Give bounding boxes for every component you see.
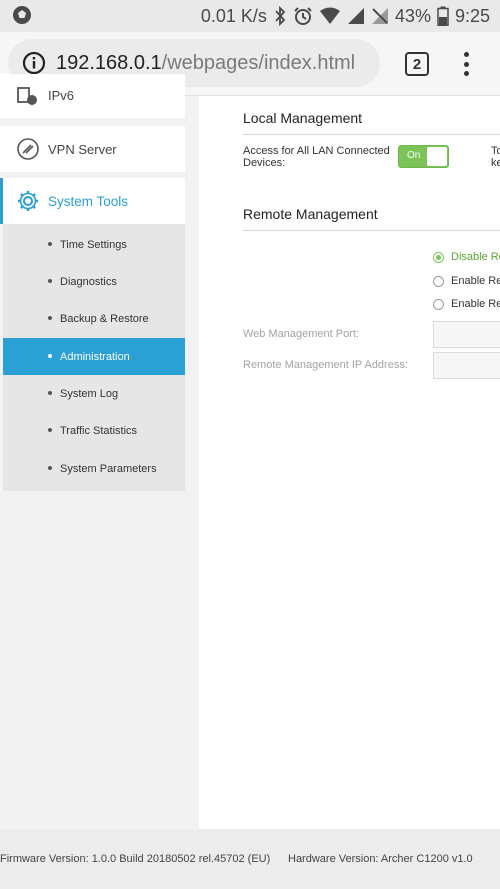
submenu-item-label: Diagnostics [60, 275, 117, 288]
submenu-item-label: Time Settings [60, 238, 127, 251]
local-management-title: Local Management [243, 110, 363, 126]
footer: Firmware Version: 1.0.0 Build 20180502 r… [0, 829, 500, 889]
radio-button[interactable] [433, 298, 444, 310]
lan-access-label: Access for All LAN Connected Devices: [243, 145, 390, 169]
url-path: /webpages/index.html [161, 51, 356, 74]
disable-remote-radio[interactable]: Disable Re [433, 249, 500, 265]
tab-switcher-button[interactable]: 2 [405, 52, 429, 76]
radio-label: Enable Rer [451, 275, 500, 287]
radio-label: Enable Rer [451, 298, 500, 310]
url-text[interactable]: 192.168.0.1/webpages/index.html [56, 52, 355, 75]
ipv6-icon [16, 84, 40, 108]
submenu-item-administration[interactable]: Administration [3, 338, 185, 375]
section-divider [243, 230, 500, 231]
router-admin-page: IPv6 VPN Server System Tools Time Settin… [0, 74, 500, 829]
vpn-icon [16, 137, 40, 161]
submenu-item-system-parameters[interactable]: System Parameters [3, 450, 185, 487]
sidebar-item-label: System Tools [48, 193, 129, 209]
radio-label: Disable Re [451, 251, 500, 263]
submenu-item-label: Backup & Restore [60, 312, 149, 325]
sidebar-item-label: VPN Server [48, 141, 117, 157]
submenu-item-diagnostics[interactable]: Diagnostics [3, 263, 185, 300]
battery-percent: 43% [394, 5, 431, 26]
sidebar-item-ipv6[interactable]: IPv6 [0, 74, 185, 118]
overflow-menu-icon[interactable] [458, 50, 474, 78]
signal-icon [347, 7, 365, 25]
submenu-item-label: Traffic Statistics [60, 424, 138, 437]
submenu-item-time-settings[interactable]: Time Settings [3, 226, 185, 263]
hardware-version: Hardware Version: Archer C1200 v1.0 [288, 853, 473, 865]
submenu-item-label: System Parameters [60, 462, 157, 475]
status-bar: 0.01 K/s 43% 9:25 [0, 0, 500, 32]
truncated-note-line1: To [491, 145, 500, 157]
clock-time: 9:25 [454, 5, 490, 26]
network-speed: 0.01 K/s [200, 5, 267, 26]
enable-remote-radio[interactable]: Enable Rer [433, 273, 500, 289]
sidebar-item-label: IPv6 [48, 88, 75, 103]
submenu-item-label: System Log [60, 387, 119, 400]
toggle-state-label: On [407, 150, 421, 161]
firmware-version: Firmware Version: 1.0.0 Build 20180502 r… [0, 853, 271, 865]
sidebar: IPv6 VPN Server System Tools Time Settin… [0, 74, 199, 829]
submenu-item-traffic-statistics[interactable]: Traffic Statistics [3, 412, 185, 449]
sidebar-item-vpn-server[interactable]: VPN Server [0, 126, 185, 172]
lan-access-toggle[interactable]: On [398, 145, 449, 168]
section-divider [243, 134, 500, 135]
toggle-knob [427, 147, 447, 166]
system-tools-submenu: Time Settings Diagnostics Backup & Resto… [3, 224, 185, 491]
web-port-label: Web Management Port: [243, 328, 359, 340]
sidebar-item-system-tools[interactable]: System Tools [0, 178, 185, 224]
submenu-item-backup-restore[interactable]: Backup & Restore [3, 300, 185, 337]
submenu-item-system-log[interactable]: System Log [3, 375, 185, 412]
radio-button[interactable] [433, 251, 444, 263]
remote-ip-input[interactable] [433, 352, 500, 379]
active-indicator [0, 178, 3, 224]
remote-ip-label: Remote Management IP Address: [243, 359, 408, 371]
alarm-icon [293, 6, 313, 26]
web-port-input[interactable] [433, 321, 500, 348]
no-sim-icon [371, 7, 389, 25]
remote-management-title: Remote Management [243, 206, 378, 222]
app-badge-icon [12, 5, 32, 25]
gear-icon [16, 189, 40, 213]
bluetooth-icon [273, 6, 287, 26]
radio-button[interactable] [433, 275, 444, 287]
submenu-item-label: Administration [60, 350, 130, 363]
enable-remote-specific-radio[interactable]: Enable Rer [433, 296, 500, 312]
battery-icon [437, 6, 449, 26]
url-host: 192.168.0.1 [56, 51, 162, 74]
truncated-note-line2: ke [491, 157, 500, 169]
wifi-icon [319, 7, 341, 25]
main-content: Local Management Access for All LAN Conn… [199, 96, 500, 829]
info-icon[interactable] [22, 51, 46, 75]
